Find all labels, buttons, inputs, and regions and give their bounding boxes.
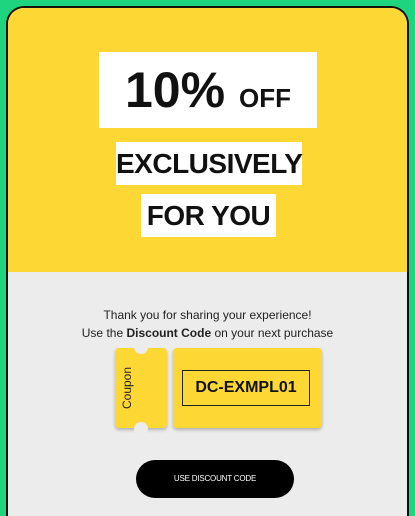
- thank-you-message: Thank you for sharing your experience! U…: [8, 306, 407, 342]
- headline-for-you: FOR YOU: [141, 194, 276, 237]
- coupon-body: DC-EXMPL01: [173, 348, 322, 428]
- headline-off: OFF: [238, 83, 291, 113]
- message-line-2: Use the Discount Code on your next purch…: [8, 324, 407, 342]
- coupon-stub: Coupon: [115, 340, 167, 436]
- stub-notch-bottom: [134, 422, 148, 436]
- coupon-stub-label: Coupon: [120, 366, 134, 410]
- use-discount-code-button[interactable]: USE DISCOUNT CODE: [136, 460, 294, 498]
- hero-banner: 10% OFF EXCLUSIVELY FOR YOU: [8, 8, 407, 272]
- headline-discount: 10% OFF: [99, 52, 317, 128]
- headline-exclusively: EXCLUSIVELY: [116, 142, 303, 185]
- discount-code[interactable]: DC-EXMPL01: [182, 370, 310, 406]
- message-discount-code: Discount Code: [126, 326, 212, 340]
- coupon-card: 10% OFF EXCLUSIVELY FOR YOU Thank you fo…: [6, 6, 409, 516]
- message-line-1: Thank you for sharing your experience!: [103, 308, 312, 322]
- message-prefix: Use the: [81, 326, 124, 340]
- message-suffix: on your next purchase: [214, 326, 334, 340]
- coupon-ticket: Coupon DC-EXMPL01: [115, 340, 322, 436]
- headline-percent: 10%: [125, 62, 226, 118]
- stub-notch-top: [134, 340, 148, 354]
